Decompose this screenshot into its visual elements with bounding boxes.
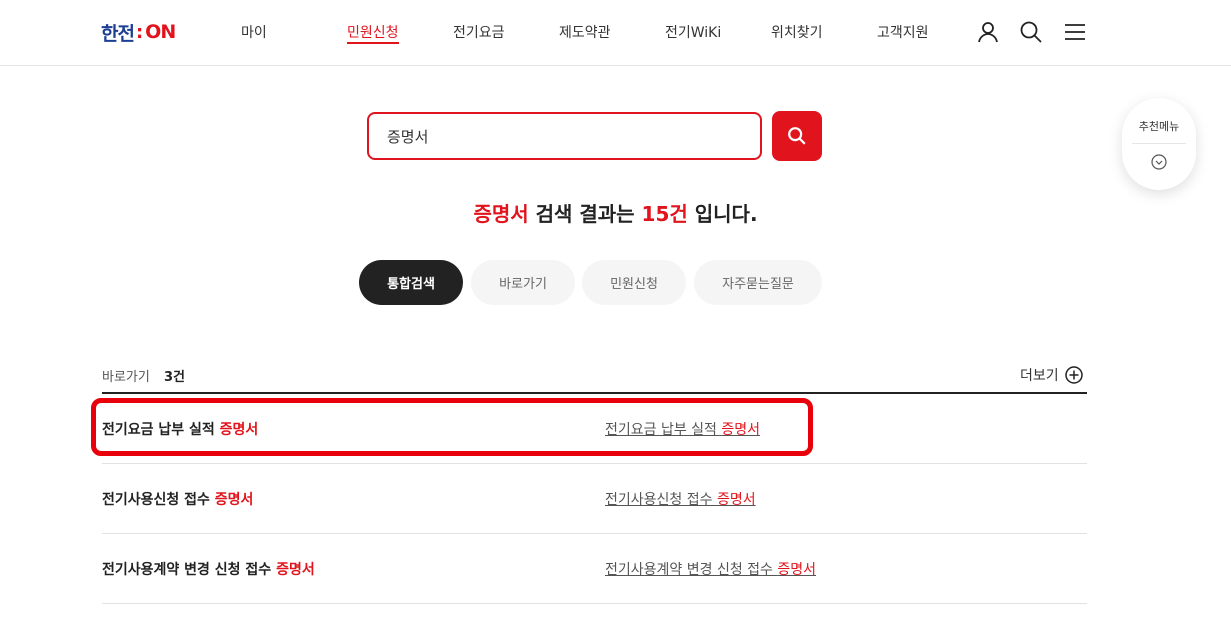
nav-my[interactable]: 마이 bbox=[241, 22, 267, 42]
more-label: 더보기 bbox=[1020, 368, 1059, 384]
tab-shortcut[interactable]: 바로가기 bbox=[471, 260, 575, 305]
logo-on: ON bbox=[145, 21, 176, 43]
kepco-on-logo[interactable]: 한전 : ON bbox=[101, 20, 176, 45]
result-count: 15건 bbox=[641, 202, 688, 226]
plus-circle-icon bbox=[1064, 366, 1083, 384]
site-header: 한전 : ON 마이 민원신청 전기요금 제도약관 전기WiKi 위치찾기 고객… bbox=[0, 0, 1231, 66]
search-button[interactable] bbox=[772, 111, 822, 161]
more-button[interactable]: 더보기 bbox=[1020, 365, 1083, 385]
section-count: 3건 bbox=[164, 370, 186, 385]
result-mid-text: 검색 결과는 bbox=[528, 202, 642, 226]
search-field-wrapper bbox=[367, 112, 762, 160]
result-keyword: 증명서 bbox=[473, 202, 529, 226]
list-item-link[interactable]: 전기요금 납부 실적 증명서 bbox=[605, 419, 760, 439]
search-input[interactable] bbox=[369, 114, 760, 158]
recommend-divider bbox=[1132, 143, 1186, 144]
list-item-link[interactable]: 전기사용계약 변경 신청 접수 증명서 bbox=[605, 559, 816, 579]
recommend-menu-widget[interactable]: 추천메뉴 bbox=[1122, 98, 1196, 190]
result-end-text: 입니다. bbox=[687, 202, 758, 226]
list-item-title: 전기요금 납부 실적 증명서 bbox=[102, 422, 259, 438]
nav-electric-bill[interactable]: 전기요금 bbox=[453, 22, 505, 42]
list-item: 전기사용계약 변경 신청 접수 증명서 전기사용계약 변경 신청 접수 증명서 bbox=[102, 534, 1087, 604]
menu-icon[interactable] bbox=[1063, 20, 1087, 44]
search-result-summary: 증명서 검색 결과는 15건 입니다. bbox=[0, 198, 1231, 227]
chevron-down-icon[interactable] bbox=[1151, 154, 1167, 170]
list-item: 전기사용신청 접수 증명서 전기사용신청 접수 증명서 bbox=[102, 464, 1087, 534]
tab-integrated-search[interactable]: 통합검색 bbox=[359, 260, 463, 305]
nav-electric-wiki[interactable]: 전기WiKi bbox=[665, 22, 721, 42]
tab-faq[interactable]: 자주묻는질문 bbox=[694, 260, 822, 305]
user-icon[interactable] bbox=[976, 20, 1000, 44]
list-item-link[interactable]: 전기사용신청 접수 증명서 bbox=[605, 489, 756, 509]
search-icon[interactable] bbox=[1019, 20, 1043, 44]
list-item-title: 전기사용계약 변경 신청 접수 증명서 bbox=[102, 562, 315, 578]
nav-location[interactable]: 위치찾기 bbox=[771, 22, 823, 42]
recommend-menu-label: 추천메뉴 bbox=[1138, 120, 1180, 133]
nav-civil-petition[interactable]: 민원신청 bbox=[347, 22, 399, 44]
section-title: 바로가기 bbox=[102, 370, 150, 385]
list-item: 전기요금 납부 실적 증명서 전기요금 납부 실적 증명서 bbox=[102, 394, 1087, 464]
search-icon bbox=[788, 127, 806, 145]
tab-civil-petition[interactable]: 민원신청 bbox=[582, 260, 686, 305]
nav-customer-support[interactable]: 고객지원 bbox=[877, 22, 929, 42]
logo-text: 한전 bbox=[101, 22, 135, 45]
nav-policy-terms[interactable]: 제도약관 bbox=[559, 22, 611, 42]
list-item-title: 전기사용신청 접수 증명서 bbox=[102, 492, 254, 508]
logo-colon: : bbox=[135, 21, 144, 43]
